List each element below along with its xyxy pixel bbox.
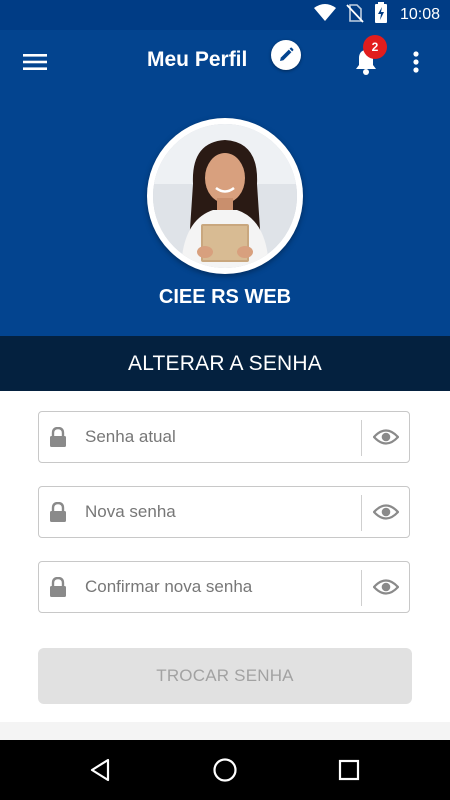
avatar-ring	[147, 118, 303, 274]
new-password-input[interactable]	[85, 495, 353, 529]
profile-name: CIEE RS WEB	[158, 286, 292, 308]
confirm-password-field	[38, 561, 410, 613]
field-divider	[361, 420, 362, 456]
notification-badge: 2	[363, 35, 387, 59]
current-password-input[interactable]	[85, 420, 353, 454]
change-password-button[interactable]: TROCAR SENHA	[38, 648, 412, 704]
lock-icon	[49, 576, 67, 597]
avatar[interactable]	[153, 124, 297, 268]
profile-header: CIEE RS WEB	[0, 94, 450, 336]
lock-icon	[49, 501, 67, 522]
current-password-field	[38, 411, 410, 463]
pencil-icon[interactable]	[271, 40, 301, 70]
lock-icon	[49, 426, 67, 447]
field-divider	[361, 570, 362, 606]
eye-icon[interactable]	[373, 501, 399, 523]
status-bar: 10:08	[0, 0, 450, 30]
eye-icon[interactable]	[373, 426, 399, 448]
back-icon[interactable]	[85, 755, 115, 785]
more-vertical-icon[interactable]	[402, 46, 430, 78]
status-icons: 10:08	[313, 0, 440, 30]
hamburger-menu-icon[interactable]	[16, 46, 54, 78]
section-header: ALTERAR A SENHA	[0, 336, 450, 391]
eye-icon[interactable]	[373, 576, 399, 598]
section-title: ALTERAR A SENHA	[127, 351, 322, 375]
new-password-field	[38, 486, 410, 538]
page-title: Meu Perfil	[147, 48, 248, 71]
wifi-icon	[313, 3, 336, 27]
no-sim-icon	[346, 3, 364, 28]
field-divider	[361, 495, 362, 531]
status-time: 10:08	[399, 6, 440, 23]
recents-icon[interactable]	[334, 755, 364, 785]
content-bottom	[0, 722, 450, 740]
system-nav-bar	[0, 740, 450, 800]
home-icon[interactable]	[210, 755, 240, 785]
battery-charging-icon	[374, 1, 388, 29]
confirm-password-input[interactable]	[85, 570, 353, 604]
